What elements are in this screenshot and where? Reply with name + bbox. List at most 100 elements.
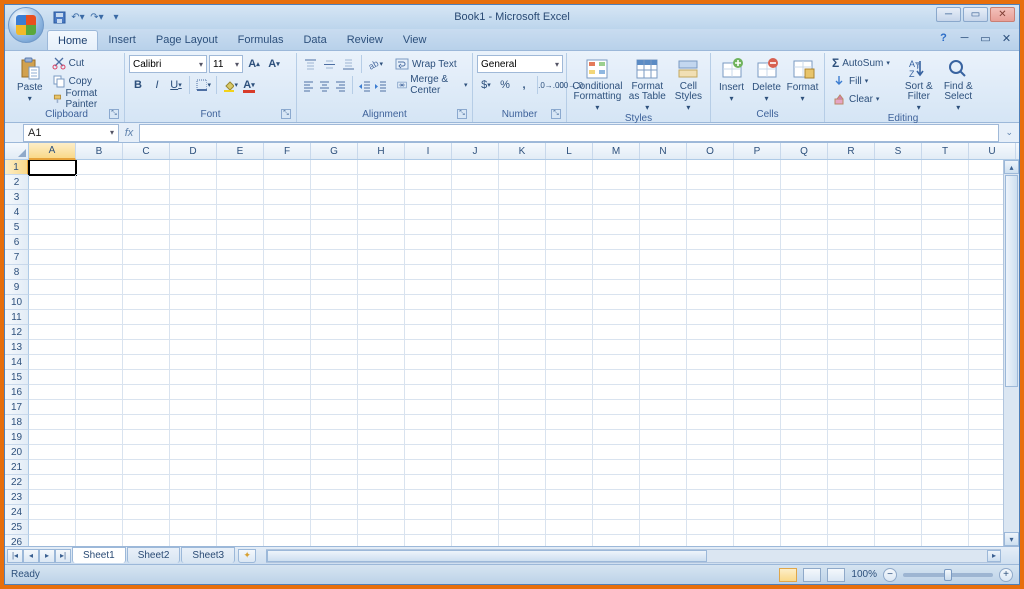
tab-review[interactable]: Review <box>337 30 393 50</box>
cell[interactable] <box>123 190 170 205</box>
column-header[interactable]: R <box>828 143 875 159</box>
merge-center-button[interactable]: Merge & Center▾ <box>394 77 470 93</box>
column-header[interactable]: F <box>264 143 311 159</box>
cell[interactable] <box>687 520 734 535</box>
column-header[interactable]: D <box>170 143 217 159</box>
cell[interactable] <box>405 325 452 340</box>
cell[interactable] <box>546 280 593 295</box>
cell[interactable] <box>170 475 217 490</box>
cell[interactable] <box>687 190 734 205</box>
cell[interactable] <box>358 205 405 220</box>
cell[interactable] <box>593 220 640 235</box>
cell[interactable] <box>170 220 217 235</box>
cell[interactable] <box>687 295 734 310</box>
cell[interactable] <box>123 385 170 400</box>
fx-icon[interactable]: fx <box>119 127 139 139</box>
cell[interactable] <box>922 235 969 250</box>
cell[interactable] <box>687 265 734 280</box>
cell[interactable] <box>640 265 687 280</box>
cell[interactable] <box>311 385 358 400</box>
cell[interactable] <box>123 415 170 430</box>
cell[interactable] <box>123 445 170 460</box>
cell[interactable] <box>828 355 875 370</box>
cell[interactable] <box>264 235 311 250</box>
cell[interactable] <box>781 535 828 546</box>
cell[interactable] <box>311 535 358 546</box>
cell[interactable] <box>640 295 687 310</box>
cell[interactable] <box>358 340 405 355</box>
font-name-combo[interactable]: Calibri▾ <box>129 55 207 73</box>
row-header[interactable]: 10 <box>5 295 29 310</box>
cell[interactable] <box>29 385 76 400</box>
cell[interactable] <box>264 415 311 430</box>
cell[interactable] <box>123 355 170 370</box>
number-launcher[interactable]: ⤡ <box>551 109 561 119</box>
cell[interactable] <box>29 340 76 355</box>
doc-restore-button[interactable]: ▭ <box>979 32 992 45</box>
cell[interactable] <box>170 385 217 400</box>
cell[interactable] <box>734 520 781 535</box>
cell[interactable] <box>76 460 123 475</box>
undo-icon[interactable]: ↶▾ <box>70 9 86 25</box>
cell[interactable] <box>123 175 170 190</box>
tab-insert[interactable]: Insert <box>98 30 146 50</box>
cell[interactable] <box>687 445 734 460</box>
cell[interactable] <box>170 445 217 460</box>
cell[interactable] <box>922 460 969 475</box>
cell[interactable] <box>358 220 405 235</box>
cell[interactable] <box>546 460 593 475</box>
cell[interactable] <box>264 175 311 190</box>
cell[interactable] <box>734 505 781 520</box>
cell[interactable] <box>170 535 217 546</box>
cell[interactable] <box>922 190 969 205</box>
zoom-slider[interactable] <box>903 573 993 577</box>
column-header[interactable]: I <box>405 143 452 159</box>
cell[interactable] <box>452 535 499 546</box>
cell[interactable] <box>828 295 875 310</box>
cell[interactable] <box>922 175 969 190</box>
cell[interactable] <box>405 385 452 400</box>
cell[interactable] <box>875 280 922 295</box>
cut-button[interactable]: Cut <box>49 55 120 71</box>
cell[interactable] <box>29 505 76 520</box>
cell[interactable] <box>640 250 687 265</box>
name-box[interactable]: A1▾ <box>23 124 119 142</box>
cell[interactable] <box>922 160 969 175</box>
expand-formula-bar-icon[interactable]: ⌄ <box>1005 127 1013 138</box>
font-color-icon[interactable]: A▾ <box>240 76 258 94</box>
cell[interactable] <box>311 160 358 175</box>
column-header[interactable]: G <box>311 143 358 159</box>
row-header[interactable]: 1 <box>5 160 29 175</box>
cell[interactable] <box>123 325 170 340</box>
cell[interactable] <box>170 400 217 415</box>
delete-cells-button[interactable]: Delete▾ <box>750 55 783 103</box>
cell[interactable] <box>875 310 922 325</box>
cell[interactable] <box>499 310 546 325</box>
cell[interactable] <box>640 490 687 505</box>
cell[interactable] <box>875 175 922 190</box>
cell[interactable] <box>734 190 781 205</box>
cell[interactable] <box>499 340 546 355</box>
cell[interactable] <box>76 190 123 205</box>
cell[interactable] <box>405 310 452 325</box>
cell[interactable] <box>687 160 734 175</box>
cell[interactable] <box>29 280 76 295</box>
cell[interactable] <box>405 400 452 415</box>
row-header[interactable]: 24 <box>5 505 29 520</box>
sheet-tab[interactable]: Sheet3 <box>181 547 235 563</box>
cell[interactable] <box>875 535 922 546</box>
save-icon[interactable] <box>51 9 67 25</box>
cell[interactable] <box>405 190 452 205</box>
cell[interactable] <box>499 235 546 250</box>
cell[interactable] <box>170 340 217 355</box>
cell[interactable] <box>311 265 358 280</box>
minimize-button[interactable]: ─ <box>936 7 961 22</box>
cell[interactable] <box>593 415 640 430</box>
cell[interactable] <box>687 220 734 235</box>
cell[interactable] <box>217 370 264 385</box>
cell[interactable] <box>499 160 546 175</box>
cell[interactable] <box>593 475 640 490</box>
cell[interactable] <box>217 490 264 505</box>
cell[interactable] <box>640 415 687 430</box>
cell[interactable] <box>546 190 593 205</box>
